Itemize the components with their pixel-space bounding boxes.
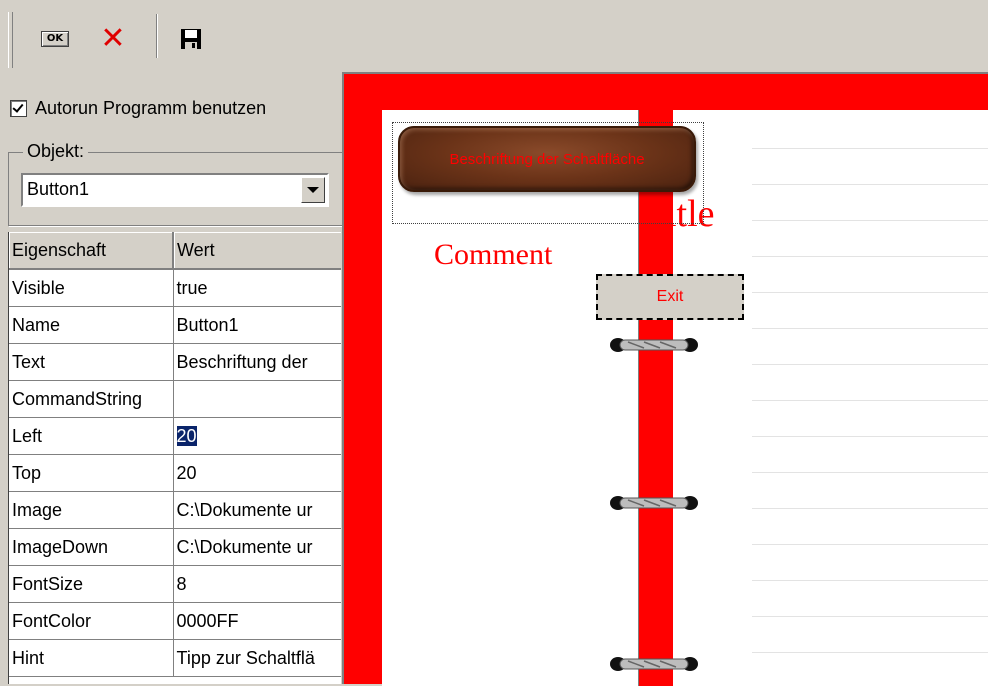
save-icon xyxy=(181,29,201,49)
ruled-line xyxy=(752,256,988,257)
ok-button[interactable]: OK xyxy=(40,24,70,54)
binder-ring-icon xyxy=(610,338,698,352)
property-value[interactable] xyxy=(173,380,341,418)
property-value[interactable]: 0000FF xyxy=(173,602,341,640)
comment-label[interactable]: Comment xyxy=(434,238,552,272)
table-row[interactable]: Image C:\Dokumente ur xyxy=(9,491,341,529)
property-value[interactable]: C:\Dokumente ur xyxy=(173,528,341,566)
ruled-line xyxy=(752,652,988,653)
property-name: Name xyxy=(9,306,174,344)
close-icon: ✕ xyxy=(100,21,126,56)
property-value[interactable]: 20 xyxy=(173,454,341,492)
button1-widget[interactable]: Beschriftung der Schaltfläche xyxy=(398,126,696,192)
table-row[interactable]: Visible true xyxy=(9,269,341,307)
property-value[interactable]: Button1 xyxy=(173,306,341,344)
autorun-label: Autorun Programm benutzen xyxy=(35,97,267,118)
object-group-label: Objekt: xyxy=(23,141,89,162)
ruled-line xyxy=(752,328,988,329)
autorun-checkbox[interactable] xyxy=(10,99,27,117)
ruled-line xyxy=(752,148,988,149)
binder-ring-icon xyxy=(610,657,698,671)
property-name: Hint xyxy=(9,639,174,677)
binder-ring-icon xyxy=(610,496,698,510)
design-canvas[interactable]: itle Comment Beschriftung der Schaltfläc… xyxy=(342,72,988,686)
toolbar: OK ✕ xyxy=(0,0,988,70)
ruled-line xyxy=(752,508,988,509)
ruled-line xyxy=(752,292,988,293)
property-grid: Eigenschaft Wert Visible true Name Button1… xyxy=(8,232,341,684)
autorun-checkbox-row[interactable]: Autorun Programm benutzen xyxy=(10,96,266,120)
ruled-line xyxy=(752,400,988,401)
ruled-line xyxy=(752,472,988,473)
button1-label: Beschriftung der Schaltfläche xyxy=(449,150,645,168)
ruled-line xyxy=(752,220,988,221)
toolbar-separator xyxy=(156,14,158,58)
property-name: Text xyxy=(9,343,174,381)
table-row[interactable]: Left 20 xyxy=(9,417,341,455)
property-value[interactable]: true xyxy=(173,269,341,307)
ruled-line xyxy=(752,364,988,365)
save-button[interactable] xyxy=(176,24,206,54)
ok-icon: OK xyxy=(41,31,69,47)
property-name: CommandString xyxy=(9,380,174,418)
column-header-value[interactable]: Wert xyxy=(173,232,341,270)
table-row[interactable]: FontSize 8 xyxy=(9,565,341,603)
table-row[interactable]: CommandString xyxy=(9,380,341,418)
property-name: Top xyxy=(9,454,174,492)
property-name: FontSize xyxy=(9,565,174,603)
property-value[interactable]: 20 xyxy=(173,417,341,455)
ruled-line xyxy=(752,544,988,545)
property-name: ImageDown xyxy=(9,528,174,566)
exit-label: Exit xyxy=(656,288,684,305)
ruled-line xyxy=(752,184,988,185)
table-row[interactable]: Text Beschriftung der xyxy=(9,343,341,381)
table-row[interactable]: Top 20 xyxy=(9,454,341,492)
table-row[interactable]: Hint Tipp zur Schaltflä xyxy=(9,639,341,677)
property-value-selected[interactable]: 20 xyxy=(176,425,197,446)
object-select[interactable]: Button1 xyxy=(21,173,329,207)
property-name: FontColor xyxy=(9,602,174,640)
object-group: Objekt: Button1 xyxy=(8,141,344,226)
property-value[interactable]: 8 xyxy=(173,565,341,603)
property-name: Left xyxy=(9,417,174,455)
table-row[interactable]: Name Button1 xyxy=(9,306,341,344)
notebook-page: itle Comment Beschriftung der Schaltfläc… xyxy=(382,110,988,686)
ruled-line xyxy=(752,580,988,581)
column-header-property[interactable]: Eigenschaft xyxy=(9,232,174,270)
delete-button[interactable]: ✕ xyxy=(98,24,128,54)
property-name: Visible xyxy=(9,269,174,307)
exit-button[interactable]: Exit xyxy=(596,274,744,320)
property-value[interactable]: Tipp zur Schaltflä xyxy=(173,639,341,677)
property-name: Image xyxy=(9,491,174,529)
chevron-down-icon[interactable] xyxy=(301,177,325,203)
table-row[interactable]: ImageDown C:\Dokumente ur xyxy=(9,528,341,566)
ruled-line xyxy=(752,436,988,437)
property-value[interactable]: C:\Dokumente ur xyxy=(173,491,341,529)
object-select-value: Button1 xyxy=(27,179,90,199)
property-value[interactable]: Beschriftung der xyxy=(173,343,341,381)
table-row[interactable]: FontColor 0000FF xyxy=(9,602,341,640)
ruled-line xyxy=(752,616,988,617)
toolbar-grip[interactable] xyxy=(8,12,13,68)
